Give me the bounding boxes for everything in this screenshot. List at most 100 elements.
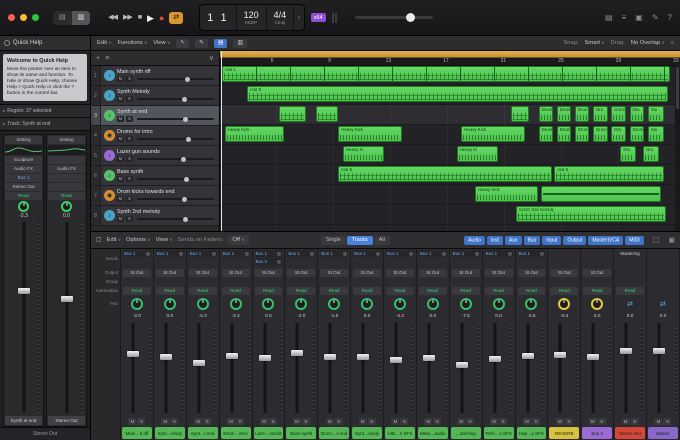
- arrange-lane[interactable]: Inst 5 Inst 5: [220, 165, 675, 185]
- midi-region[interactable]: [511, 106, 530, 122]
- output-slot[interactable]: St Out: [451, 269, 480, 277]
- solo-button[interactable]: S: [433, 417, 442, 425]
- mute-button[interactable]: M: [117, 116, 124, 123]
- group-section[interactable]: [351, 278, 383, 286]
- automation-mode-button[interactable]: Read: [221, 287, 250, 295]
- fader-cap[interactable]: [357, 354, 370, 361]
- send-knob-icon[interactable]: [540, 251, 545, 256]
- midi-region[interactable]: Stu: [647, 126, 664, 142]
- mixer-channel[interactable]: Bus 1 St Out Read -7.5 M S …anching: [449, 249, 483, 440]
- midi-region[interactable]: Drum: [593, 126, 608, 142]
- output-slot[interactable]: St Out: [484, 269, 513, 277]
- solo-button[interactable]: S: [126, 196, 133, 203]
- mute-button[interactable]: M: [117, 156, 124, 163]
- output-slot[interactable]: St Out: [418, 269, 447, 277]
- send-knob-icon[interactable]: [277, 251, 282, 256]
- automation-mode-button[interactable]: Read: [5, 191, 42, 200]
- midi-region[interactable]: Drum: [538, 106, 554, 122]
- midi-region[interactable]: Dru: [611, 126, 626, 142]
- mute-button[interactable]: M: [117, 216, 124, 223]
- channel-strip-output[interactable]: Setting Audio FX Read 0.0 Stereo Out: [46, 133, 87, 427]
- mixer-filter-button[interactable]: Aux: [504, 235, 522, 245]
- midi-region[interactable]: Drum: [611, 106, 626, 122]
- pan-knob[interactable]: [393, 298, 406, 310]
- channel-fader[interactable]: [121, 321, 153, 415]
- mute-button[interactable]: M: [654, 417, 663, 425]
- arrange-lane[interactable]: Inst 8: [220, 85, 675, 105]
- mixer-channel[interactable]: St Out Read 0.0 M S Bus 2: [581, 249, 615, 440]
- send-knob-icon[interactable]: [474, 251, 479, 256]
- midi-region[interactable]: Heavy Kick: [224, 126, 284, 142]
- track-volume-slider[interactable]: [137, 156, 214, 162]
- channel-name[interactable]: Main…h riff: [122, 427, 152, 439]
- fader-cap[interactable]: [159, 354, 172, 361]
- catch-playhead-button[interactable]: ▤: [213, 38, 228, 48]
- solo-button[interactable]: S: [126, 216, 133, 223]
- channel-name[interactable]: Synt…elody: [352, 427, 382, 439]
- channel-fader[interactable]: [384, 321, 416, 415]
- solo-button[interactable]: S: [400, 417, 409, 425]
- menu-view[interactable]: View: [153, 40, 170, 46]
- solo-button[interactable]: S: [499, 417, 508, 425]
- midi-region[interactable]: Synth 2nd melody: [515, 206, 666, 222]
- pan-knob[interactable]: [459, 298, 472, 310]
- channel-fader[interactable]: [220, 321, 252, 415]
- midi-region[interactable]: Stu: [647, 106, 664, 122]
- track-header[interactable]: 3 ♪ Synth at end M S: [91, 106, 219, 126]
- track-volume-slider[interactable]: [137, 196, 214, 202]
- fader-cap[interactable]: [653, 347, 666, 354]
- channel-fader[interactable]: [47, 220, 86, 416]
- mute-button[interactable]: M: [117, 76, 124, 83]
- playhead[interactable]: [221, 51, 222, 231]
- solo-button[interactable]: S: [137, 417, 146, 425]
- channel-name[interactable]: Laze…ounds: [253, 427, 284, 439]
- mixer-channel[interactable]: Bus 1 St Out Read -2.0 M S Main…h riff: [121, 249, 154, 440]
- pan-knob[interactable]: [295, 298, 308, 310]
- send-slot[interactable]: Bus 1: [386, 250, 414, 257]
- channel-fader[interactable]: [318, 321, 350, 415]
- track-header[interactable]: 6 ♪ Bass synth M S: [91, 166, 219, 186]
- autozoom-button[interactable]: ▥: [233, 38, 247, 48]
- output-slot[interactable]: St Out: [583, 269, 612, 277]
- track-volume-slider[interactable]: [137, 136, 214, 142]
- mixer-channel[interactable]: Bus 1 Bus 2 St Out Read 0.0 M S Laze…ounds: [252, 249, 286, 440]
- zoom-controls-icon[interactable]: ≡: [671, 40, 674, 46]
- command-click-tool-menu[interactable]: ✎: [195, 38, 208, 48]
- send-knob-icon[interactable]: [441, 251, 446, 256]
- mixer-view-mode-tracks[interactable]: Tracks: [346, 235, 373, 245]
- channel-fader[interactable]: [351, 321, 383, 415]
- fader-cap[interactable]: [554, 351, 567, 358]
- mixer-channel[interactable]: Mastering Read ⇄ 0.0 M S Stereo Out: [614, 249, 647, 440]
- mixer-channel[interactable]: Bus 1 St Out Read 0.0 M S Synt…elody: [153, 249, 187, 440]
- record-button[interactable]: ●: [159, 13, 165, 23]
- solo-button[interactable]: S: [236, 417, 245, 425]
- pan-knob[interactable]: [525, 298, 538, 310]
- send-slot[interactable]: Bus 1: [221, 250, 250, 257]
- send-slot[interactable]: Bus 1: [123, 250, 151, 257]
- solo-button[interactable]: S: [334, 417, 343, 425]
- solo-button[interactable]: S: [268, 417, 277, 425]
- arrange-area[interactable]: 5 9 13 17 21 25 29 33 Inst 1 Inst 8 Drum Drum Drum D…: [220, 51, 680, 231]
- track-header[interactable]: 5 ♪ Lazer gun sounds M S: [91, 146, 219, 166]
- output-slot[interactable]: St Out: [550, 269, 579, 277]
- track-sort-icon[interactable]: ≡: [105, 55, 109, 62]
- pan-knob[interactable]: [262, 298, 275, 310]
- lcd-position[interactable]: 1 1: [200, 5, 237, 30]
- channel-fader[interactable]: [647, 321, 679, 415]
- midi-region[interactable]: Inst 8: [247, 86, 669, 102]
- channel-name[interactable]: Drum…s end: [319, 427, 350, 439]
- track-header[interactable]: 7 ◉ Drum kicks towards end M S: [91, 186, 219, 206]
- eq-thumbnail[interactable]: [48, 144, 85, 155]
- solo-button[interactable]: S: [126, 96, 133, 103]
- automation-mode-button[interactable]: Read: [451, 287, 480, 295]
- channel-fader[interactable]: [4, 220, 43, 416]
- send-slot[interactable]: Bus 1: [418, 250, 447, 257]
- group-section[interactable]: [450, 278, 482, 286]
- mixer-channel[interactable]: Bus 1 St Out Read -2.6 M S Hap…y SFX: [515, 249, 549, 440]
- channel-name[interactable]: Meta…audio: [417, 427, 448, 439]
- automation-mode-button[interactable]: Read: [188, 287, 217, 295]
- solo-button[interactable]: S: [466, 417, 475, 425]
- pan-knob[interactable]: [130, 298, 143, 310]
- mute-button[interactable]: M: [117, 96, 124, 103]
- mixer-window-icon[interactable]: ▢: [96, 237, 101, 243]
